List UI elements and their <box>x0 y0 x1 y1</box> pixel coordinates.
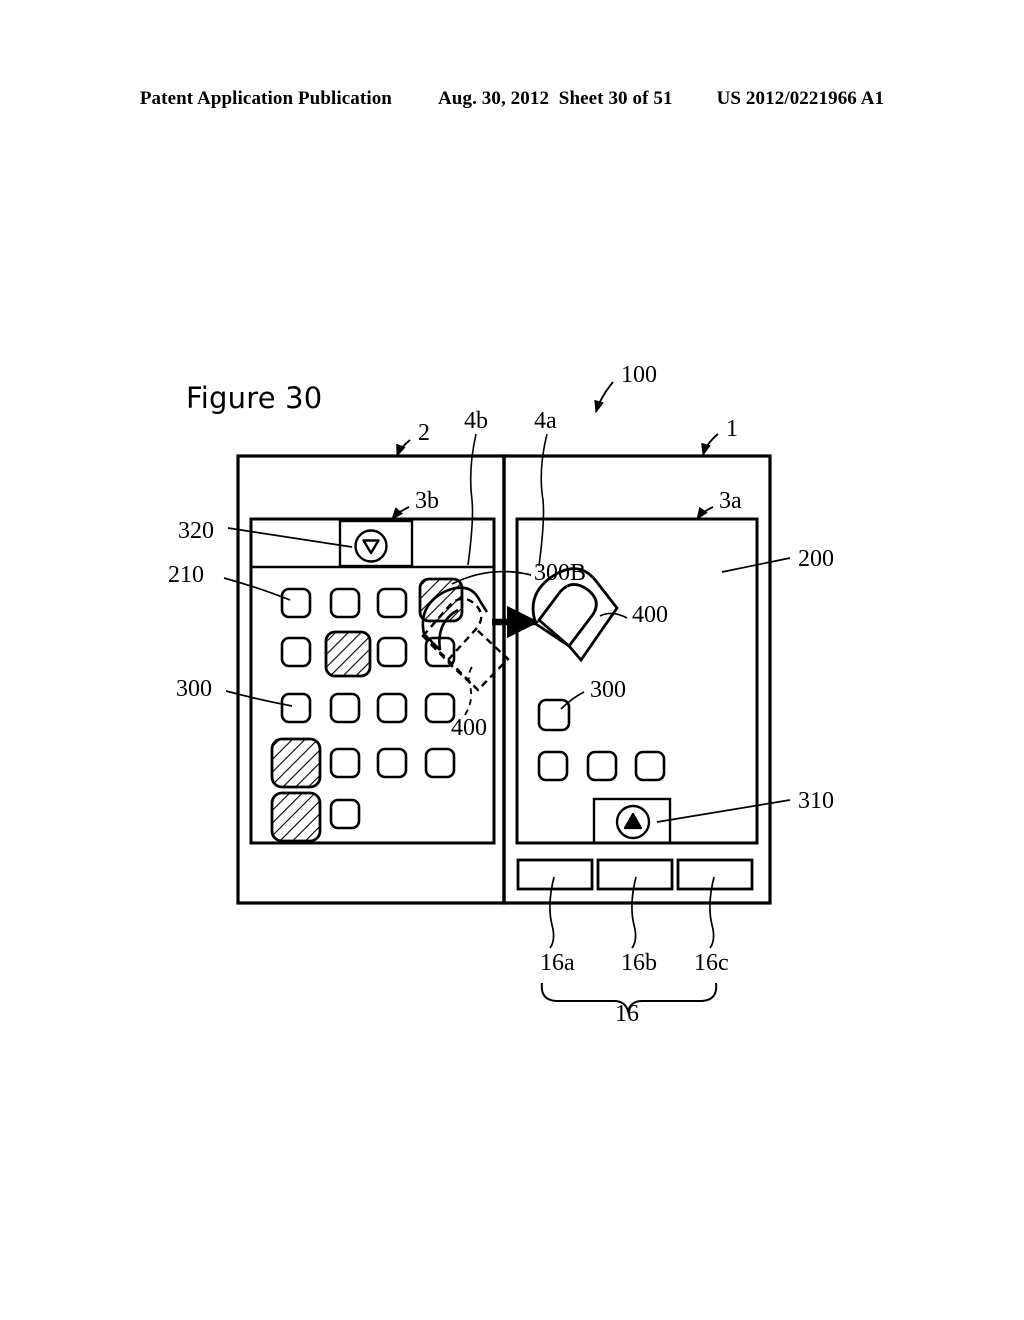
grid-icon-r4c3[interactable] <box>376 747 408 779</box>
ref-320: 320 <box>178 518 214 544</box>
ref-16a: 16a <box>540 950 575 976</box>
right-icon-row-3[interactable] <box>634 750 666 782</box>
circle-down-triangle-icon[interactable] <box>354 529 388 563</box>
ref-400-left: 400 <box>451 715 487 741</box>
hw-button-16a[interactable] <box>516 858 594 891</box>
ref-4a: 4a <box>534 408 557 434</box>
hw-button-16c[interactable] <box>676 858 754 891</box>
ref-100: 100 <box>621 362 657 388</box>
leader-3b <box>391 506 410 520</box>
right-icon-single[interactable] <box>537 698 571 732</box>
grid-icon-r4c4[interactable] <box>424 747 456 779</box>
ref-3a: 3a <box>719 488 742 514</box>
ref-400-right: 400 <box>632 602 668 628</box>
ref-4b: 4b <box>464 408 488 434</box>
ref-2: 2 <box>418 420 430 446</box>
grid-icon-r3c4[interactable] <box>424 692 456 724</box>
leader-4b <box>467 433 477 566</box>
leader-1 <box>701 433 719 457</box>
grid-icon-r3c3[interactable] <box>376 692 408 724</box>
figure-drawing: 100 1 2 4b 4a 3b 3a 320 210 300 300B 400… <box>168 362 834 1027</box>
leader-300B <box>451 570 532 585</box>
patent-sheet: Patent Application Publication Aug. 30, … <box>0 0 1024 1320</box>
grid-icon-r1c1[interactable] <box>280 587 312 619</box>
ref-16c: 16c <box>694 950 729 976</box>
ref-300-left: 300 <box>176 676 212 702</box>
ref-16: 16 <box>615 1001 639 1027</box>
ref-200: 200 <box>798 546 834 572</box>
leader-2 <box>396 439 411 458</box>
grid-icon-r5c2[interactable] <box>329 798 361 830</box>
leader-210 <box>223 577 291 601</box>
grid-icon-r5c1-hatched[interactable] <box>270 791 322 843</box>
grid-icon-r3c2[interactable] <box>329 692 361 724</box>
ref-210: 210 <box>168 562 204 588</box>
leader-4a <box>538 433 548 567</box>
leader-400-right <box>599 612 628 619</box>
leader-400-left <box>464 663 475 716</box>
leader-100 <box>594 381 614 414</box>
grid-icon-r2c2-hatched[interactable] <box>324 630 372 678</box>
ref-3b: 3b <box>415 488 439 514</box>
grid-icon-r1c2[interactable] <box>329 587 361 619</box>
ref-310: 310 <box>798 788 834 814</box>
up-triangle-glyph <box>623 812 643 830</box>
right-icon-row-2[interactable] <box>586 750 618 782</box>
down-triangle-glyph <box>362 539 380 555</box>
leader-3a <box>696 506 714 521</box>
grid-icon-r4c2[interactable] <box>329 747 361 779</box>
grid-icon-r3c1[interactable] <box>280 692 312 724</box>
right-icon-row-1[interactable] <box>537 750 569 782</box>
ref-300-right: 300 <box>590 677 626 703</box>
grid-icon-r2c3[interactable] <box>376 636 408 668</box>
ref-1: 1 <box>726 416 738 442</box>
grid-icon-r1c3[interactable] <box>376 587 408 619</box>
ref-16b: 16b <box>621 950 657 976</box>
grid-icon-r2c1[interactable] <box>280 636 312 668</box>
leader-320 <box>227 527 353 548</box>
ref-300B: 300B <box>534 560 586 586</box>
grid-icon-r4c1-hatched[interactable] <box>270 737 322 789</box>
